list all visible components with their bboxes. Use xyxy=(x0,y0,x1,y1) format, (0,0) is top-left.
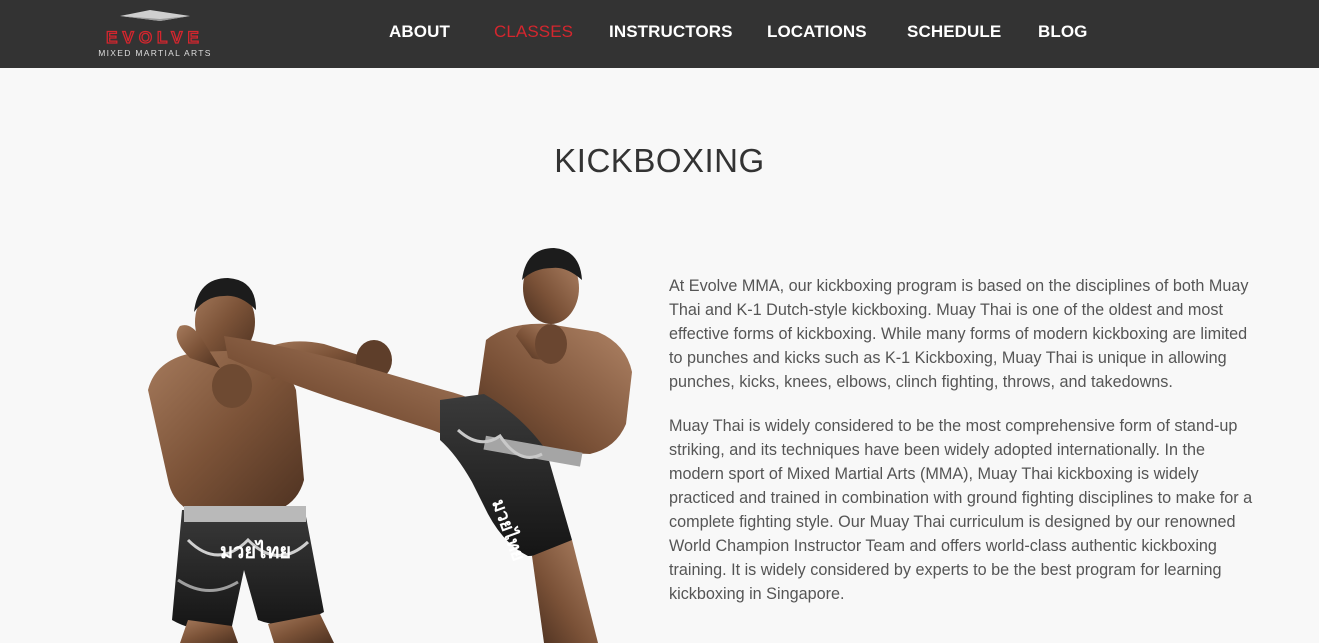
logo-wordmark: EVOLVE xyxy=(106,28,204,47)
article-paragraph-2: Muay Thai is widely considered to be the… xyxy=(669,417,1253,603)
evolve-logo[interactable]: EVOLVE MIXED MARTIAL ARTS xyxy=(84,8,226,60)
nav-item-schedule[interactable]: SCHEDULE xyxy=(907,22,1001,42)
nav-item-locations[interactable]: LOCATIONS xyxy=(767,22,867,42)
kickboxers-photo: มวยไทย มวยไทย xyxy=(148,248,632,643)
nav-item-instructors[interactable]: INSTRUCTORS xyxy=(609,22,733,42)
page-title: KICKBOXING xyxy=(554,142,765,179)
article-body: At Evolve MMA, our kickboxing program is… xyxy=(669,274,1254,626)
shorts-text-left: มวยไทย xyxy=(220,539,291,563)
logo-subtitle: MIXED MARTIAL ARTS xyxy=(98,48,211,58)
nav-item-classes[interactable]: CLASSES xyxy=(494,22,573,42)
article-paragraph-1: At Evolve MMA, our kickboxing program is… xyxy=(669,277,1249,391)
top-navbar: EVOLVE MIXED MARTIAL ARTS ABOUT CLASSES … xyxy=(0,0,1319,68)
nav-item-blog[interactable]: BLOG xyxy=(1038,22,1088,42)
nav-item-about[interactable]: ABOUT xyxy=(389,22,450,42)
